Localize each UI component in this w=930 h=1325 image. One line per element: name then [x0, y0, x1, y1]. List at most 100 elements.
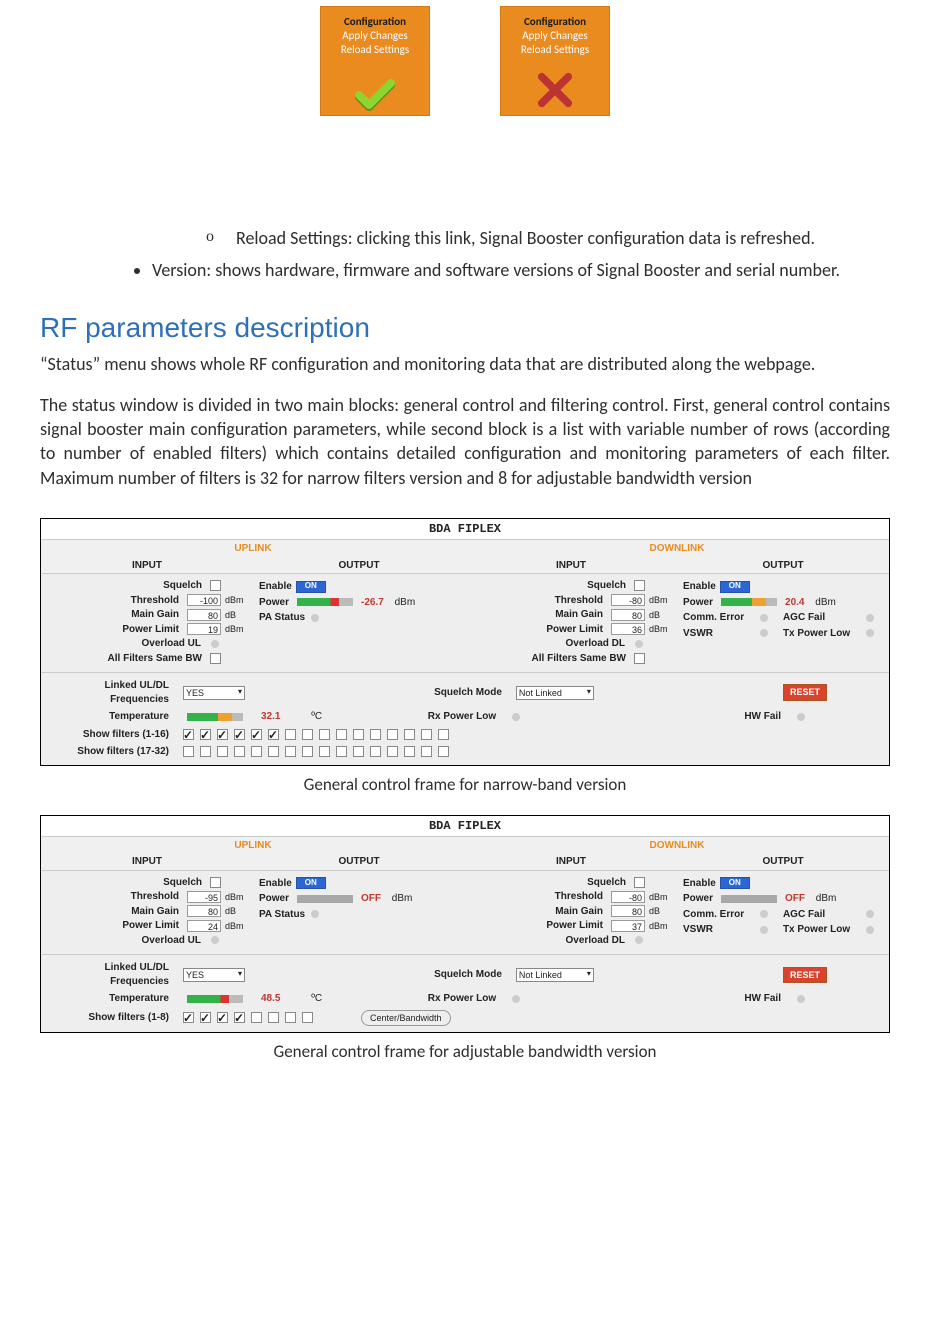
- power-bar: [297, 598, 353, 606]
- threshold-input[interactable]: -80: [611, 891, 645, 903]
- filter-checkbox[interactable]: [268, 746, 279, 757]
- filter-checkbox[interactable]: [404, 729, 415, 740]
- filters-1-8: [183, 1012, 313, 1023]
- filter-checkbox[interactable]: [251, 1012, 262, 1023]
- filter-checkbox[interactable]: [234, 729, 245, 740]
- temp-bar: [187, 713, 243, 721]
- reset-button[interactable]: RESET: [783, 967, 827, 983]
- enable-toggle[interactable]: ON: [720, 877, 750, 889]
- filter-checkbox[interactable]: [285, 1012, 296, 1023]
- panel-footer: Linked UL/DL Frequencies YES▾ Squelch Mo…: [41, 954, 889, 1032]
- filter-checkbox[interactable]: [183, 1012, 194, 1023]
- dl-output-block: EnableON Power20.4 dBm Comm. Error AGC F…: [677, 573, 889, 672]
- allfilters-checkbox[interactable]: [210, 653, 221, 664]
- overload-led: [211, 640, 219, 648]
- cross-icon: [534, 71, 576, 109]
- filter-checkbox[interactable]: [387, 729, 398, 740]
- squelch-checkbox[interactable]: [634, 877, 645, 888]
- threshold-input[interactable]: -100: [187, 594, 221, 606]
- filter-checkbox[interactable]: [302, 1012, 313, 1023]
- gain-input[interactable]: 80: [187, 609, 221, 621]
- enable-toggle[interactable]: ON: [296, 581, 326, 593]
- filter-checkbox[interactable]: [200, 729, 211, 740]
- gain-input[interactable]: 80: [611, 609, 645, 621]
- filter-checkbox[interactable]: [285, 746, 296, 757]
- sublist-reload: o Reload Settings: clicking this link, S…: [40, 226, 890, 250]
- linked-select[interactable]: YES▾: [183, 968, 245, 982]
- filter-checkbox[interactable]: [319, 746, 330, 757]
- filter-checkbox[interactable]: [200, 1012, 211, 1023]
- filter-checkbox[interactable]: [421, 729, 432, 740]
- filter-checkbox[interactable]: [302, 729, 313, 740]
- gain-input[interactable]: 80: [187, 905, 221, 917]
- filter-checkbox[interactable]: [234, 746, 245, 757]
- center-bw-button[interactable]: Center/Bandwidth: [361, 1010, 451, 1026]
- filter-checkbox[interactable]: [336, 729, 347, 740]
- reset-button[interactable]: RESET: [783, 684, 827, 700]
- filter-checkbox[interactable]: [217, 729, 228, 740]
- para-1: “Status” menu shows whole RF configurati…: [40, 352, 890, 376]
- squelch-checkbox[interactable]: [634, 580, 645, 591]
- temp-bar: [187, 995, 243, 1003]
- enable-toggle[interactable]: ON: [296, 877, 326, 889]
- reload-text: Reload Settings: clicking this link, Sig…: [236, 226, 890, 250]
- panel-title: BDA FIPLEX: [41, 816, 889, 837]
- filter-checkbox[interactable]: [353, 729, 364, 740]
- filter-checkbox[interactable]: [421, 746, 432, 757]
- filter-checkbox[interactable]: [370, 746, 381, 757]
- gain-input[interactable]: 80: [611, 905, 645, 917]
- allfilters-checkbox[interactable]: [634, 653, 645, 664]
- header-downlink: DOWNLINK: [465, 540, 889, 558]
- enable-toggle[interactable]: ON: [720, 581, 750, 593]
- squelch-mode-select[interactable]: Not Linked▾: [516, 968, 594, 982]
- filter-checkbox[interactable]: [234, 1012, 245, 1023]
- filter-checkbox[interactable]: [370, 729, 381, 740]
- squelch-checkbox[interactable]: [210, 877, 221, 888]
- caption-narrow: General control frame for narrow-band ve…: [40, 774, 890, 797]
- header-output: OUTPUT: [677, 558, 889, 574]
- filter-checkbox[interactable]: [438, 746, 449, 757]
- threshold-input[interactable]: -95: [187, 891, 221, 903]
- panel-narrow: BDA FIPLEX UPLINK DOWNLINK INPUT OUTPUT …: [40, 518, 890, 766]
- filter-checkbox[interactable]: [217, 1012, 228, 1023]
- power-bar: [297, 895, 353, 903]
- filter-checkbox[interactable]: [336, 746, 347, 757]
- threshold-input[interactable]: -80: [611, 594, 645, 606]
- linked-select[interactable]: YES▾: [183, 686, 245, 700]
- filter-checkbox[interactable]: [217, 746, 228, 757]
- filter-checkbox[interactable]: [200, 746, 211, 757]
- ul-input-block: Squelch Threshold-100dBm Main Gain80dB P…: [41, 573, 253, 672]
- thumb-title: Configuration: [344, 15, 406, 29]
- caption-adjustable: General control frame for adjustable ban…: [40, 1041, 890, 1064]
- filter-checkbox[interactable]: [404, 746, 415, 757]
- panel-adjustable: BDA FIPLEX UPLINK DOWNLINK INPUT OUTPUT …: [40, 815, 890, 1033]
- check-icon: [355, 79, 395, 109]
- filter-checkbox[interactable]: [251, 729, 262, 740]
- squelch-mode-select[interactable]: Not Linked▾: [516, 686, 594, 700]
- power-limit-input[interactable]: 36: [611, 623, 645, 635]
- pa-status-led: [311, 614, 319, 622]
- filter-checkbox[interactable]: [183, 729, 194, 740]
- filter-checkbox[interactable]: [251, 746, 262, 757]
- power-limit-input[interactable]: 37: [611, 920, 645, 932]
- power-limit-input[interactable]: 19: [187, 623, 221, 635]
- filter-checkbox[interactable]: [268, 1012, 279, 1023]
- filter-checkbox[interactable]: [268, 729, 279, 740]
- filter-checkbox[interactable]: [302, 746, 313, 757]
- header-input: INPUT: [465, 558, 677, 574]
- filter-checkbox[interactable]: [183, 746, 194, 757]
- header-input: INPUT: [41, 558, 253, 574]
- filter-checkbox[interactable]: [319, 729, 330, 740]
- version-bullet: Version: shows hardware, firmware and so…: [40, 258, 890, 282]
- squelch-checkbox[interactable]: [210, 580, 221, 591]
- filter-checkbox[interactable]: [387, 746, 398, 757]
- filter-checkbox[interactable]: [438, 729, 449, 740]
- para-2: The status window is divided in two main…: [40, 393, 890, 490]
- filter-checkbox[interactable]: [353, 746, 364, 757]
- power-limit-input[interactable]: 24: [187, 920, 221, 932]
- config-thumbs: Configuration Apply Changes Reload Setti…: [40, 6, 890, 116]
- power-bar: [721, 598, 777, 606]
- thumb-line: Apply Changes: [522, 29, 587, 43]
- filter-checkbox[interactable]: [285, 729, 296, 740]
- panel-footer: Linked UL/DL Frequencies YES▾ Squelch Mo…: [41, 672, 889, 765]
